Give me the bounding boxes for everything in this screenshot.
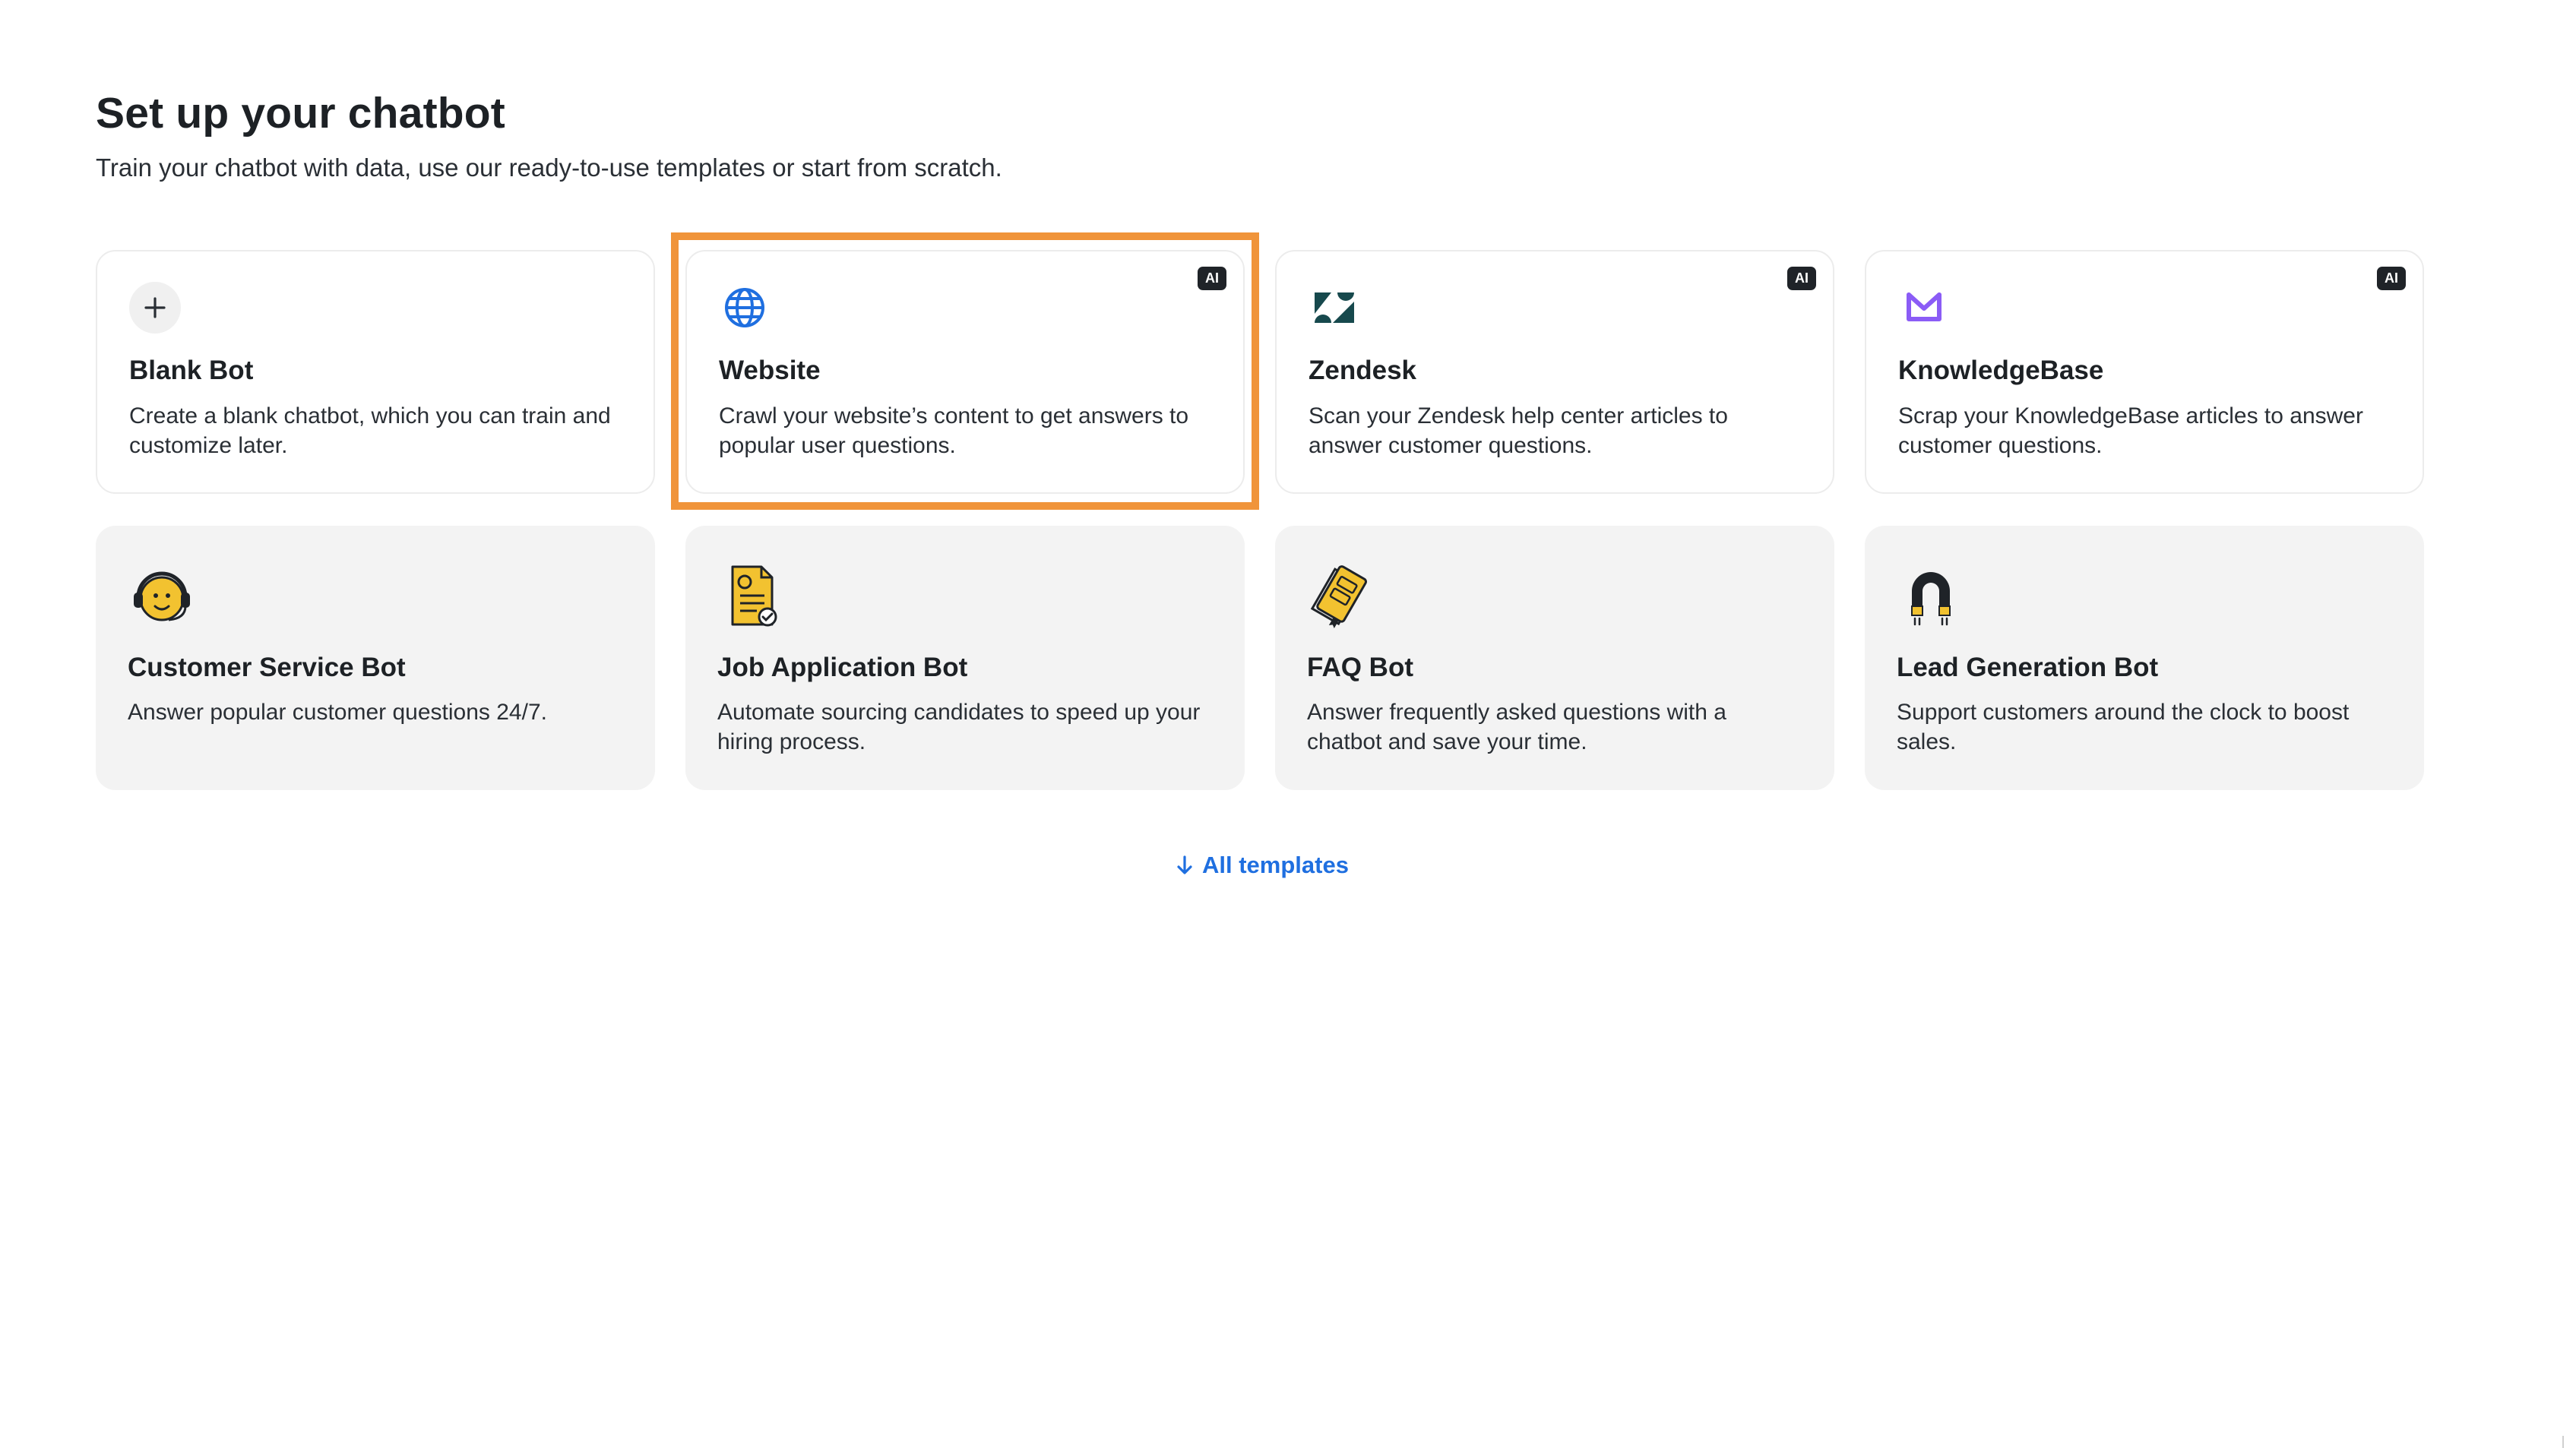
card-title: Blank Bot (129, 356, 254, 385)
lead-generation-bot-card[interactable]: Lead Generation Bot Support customers ar… (1865, 526, 2424, 790)
resume-document-icon (717, 562, 786, 631)
card-description: Scrap your KnowledgeBase articles to ans… (1898, 403, 2363, 458)
card-title: Website (719, 356, 821, 385)
card-description: Answer popular customer questions 24/7. (128, 700, 547, 725)
blank-bot-card[interactable]: Blank Bot Create a blank chatbot, which … (96, 250, 655, 494)
faq-bot-card[interactable]: FAQ Bot Answer frequently asked question… (1275, 526, 1834, 790)
card-title: Zendesk (1309, 356, 1416, 385)
knowledgebase-card[interactable]: AI KnowledgeBase Scrap your KnowledgeBas… (1865, 250, 2424, 494)
website-card[interactable]: AI Website Crawl your website’s content … (685, 250, 1245, 494)
headset-face-icon (128, 562, 196, 631)
all-templates-link[interactable]: All templates (1176, 852, 1349, 879)
faq-book-icon (1307, 562, 1375, 631)
page-subtitle: Train your chatbot with data, use our re… (96, 153, 1002, 182)
ai-badge: AI (1198, 267, 1226, 290)
job-application-bot-card[interactable]: Job Application Bot Automate sourcing ca… (685, 526, 1245, 790)
plus-icon (129, 282, 181, 334)
page-title: Set up your chatbot (96, 89, 505, 138)
card-description: Support customers around the clock to bo… (1897, 700, 2350, 754)
zendesk-logo-icon (1309, 282, 1360, 334)
window-corner (2562, 1436, 2576, 1448)
zendesk-card[interactable]: AI Zendesk Scan your Zendesk help center… (1275, 250, 1834, 494)
card-title: KnowledgeBase (1898, 356, 2104, 385)
arrow-down-icon (1177, 855, 1192, 874)
card-description: Answer frequently asked questions with a… (1307, 700, 1726, 754)
card-title: Lead Generation Bot (1897, 653, 2159, 682)
card-title: Customer Service Bot (128, 653, 406, 682)
card-description: Automate sourcing candidates to speed up… (717, 700, 1201, 754)
card-description: Crawl your website’s content to get answ… (719, 403, 1189, 458)
ai-badge: AI (2377, 267, 2406, 290)
magnet-icon (1897, 562, 1965, 631)
customer-service-bot-card[interactable]: Customer Service Bot Answer popular cust… (96, 526, 655, 790)
card-description: Create a blank chatbot, which you can tr… (129, 403, 611, 458)
knowledgebase-logo-icon (1898, 282, 1950, 334)
ai-badge: AI (1787, 267, 1816, 290)
all-templates-label: All templates (1202, 852, 1349, 878)
card-title: Job Application Bot (717, 653, 968, 682)
card-title: FAQ Bot (1307, 653, 1413, 682)
globe-icon (719, 282, 771, 334)
card-description: Scan your Zendesk help center articles t… (1309, 403, 1728, 458)
